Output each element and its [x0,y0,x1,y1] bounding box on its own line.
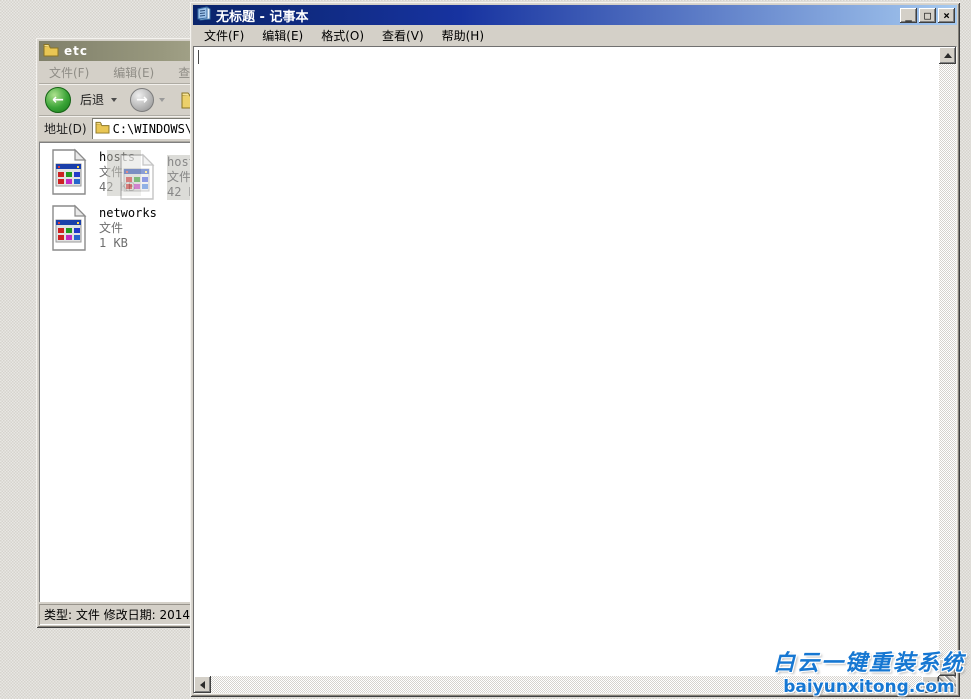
scroll-left-button[interactable] [194,676,211,693]
file-type: 文件 [99,221,157,236]
close-icon: × [943,9,950,22]
scroll-right-button[interactable] [922,676,939,693]
explorer-window-title: etc [64,44,88,58]
file-name: networks [99,206,157,221]
scroll-down-button[interactable] [939,659,956,676]
maximize-icon: □ [924,9,931,22]
scroll-up-button[interactable] [939,47,956,64]
forward-button[interactable]: → [130,88,154,112]
drag-ghost-file-icon [115,153,159,205]
scroll-left-icon [196,681,205,689]
notepad-text-area[interactable] [193,46,957,694]
notepad-menu-edit[interactable]: 编辑(E) [253,27,312,44]
notepad-menu-help[interactable]: 帮助(H) [433,27,493,44]
horizontal-scrollbar[interactable] [194,676,939,693]
scroll-right-icon [928,681,937,689]
maximize-button[interactable]: □ [919,8,936,23]
scroll-up-icon [944,49,952,58]
folder-icon [43,43,59,60]
file-icon [47,204,91,256]
back-button[interactable]: ← [45,87,71,113]
file-icon [47,148,91,200]
explorer-menu-edit[interactable]: 编辑(E) [113,64,154,81]
notepad-titlebar[interactable]: 无标题 - 记事本 _ □ × [193,5,957,25]
resize-grip[interactable] [939,676,956,693]
forward-dropdown-icon[interactable] [159,98,165,105]
address-folder-icon [95,121,110,137]
desktop: { "explorer": { "title": "etc", "menu": … [0,0,971,699]
notepad-icon [196,6,212,25]
forward-arrow-icon: → [136,93,148,107]
notepad-window-title: 无标题 - 记事本 [216,6,896,25]
explorer-menu-file[interactable]: 文件(F) [49,64,89,81]
file-size: 1 KB [99,236,157,251]
minimize-icon: _ [905,9,912,22]
notepad-window: 无标题 - 记事本 _ □ × 文件(F) 编辑(E) 格式(O) 查看(V) … [190,2,960,697]
minimize-button[interactable]: _ [900,8,917,23]
file-label: networks 文件 1 KB [99,204,157,256]
back-dropdown-icon[interactable] [111,98,117,105]
notepad-menu-format[interactable]: 格式(O) [312,27,373,44]
file-item-networks[interactable]: networks 文件 1 KB [47,204,157,256]
back-arrow-icon: ← [52,93,64,107]
notepad-menu-view[interactable]: 查看(V) [373,27,433,44]
scroll-down-icon [944,665,952,674]
notepad-menubar: 文件(F) 编辑(E) 格式(O) 查看(V) 帮助(H) [193,25,957,46]
close-button[interactable]: × [938,8,955,23]
vertical-scrollbar[interactable] [939,47,956,676]
notepad-menu-file[interactable]: 文件(F) [195,27,253,44]
status-text: 类型: 文件 修改日期: 2014 [44,606,190,623]
address-label: 地址(D) [44,120,87,137]
address-value: C:\WINDOWS\s [113,122,200,136]
back-button-label[interactable]: 后退 [80,91,104,108]
text-caret [198,50,199,64]
window-controls: _ □ × [900,8,955,23]
